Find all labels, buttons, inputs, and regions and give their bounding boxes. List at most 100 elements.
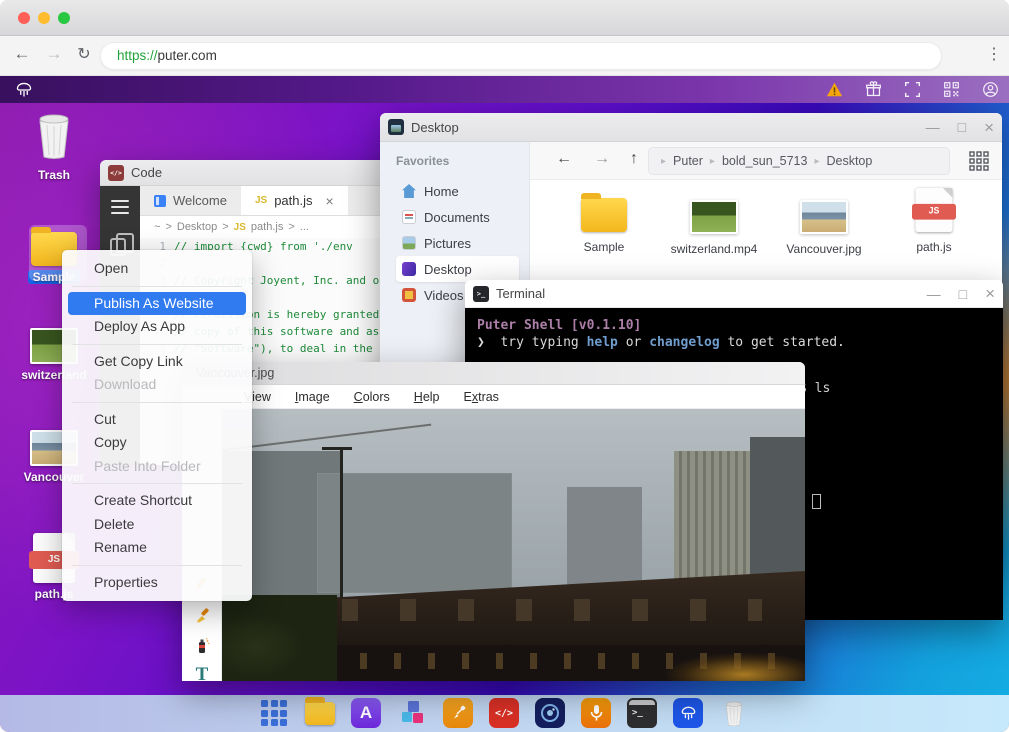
address-bar[interactable]: https://puter.com — [100, 42, 942, 70]
document-icon — [402, 210, 416, 224]
text-editor-icon[interactable]: A — [351, 698, 381, 728]
gift-icon[interactable] — [865, 81, 882, 98]
chevron-icon: ▸ — [661, 156, 666, 167]
back-icon[interactable]: ← — [556, 150, 572, 168]
close-tab-icon[interactable]: × — [326, 193, 334, 209]
menu-colors[interactable]: Colors — [354, 390, 390, 404]
url-scheme: https:// — [117, 48, 158, 63]
maximize-icon[interactable]: □ — [958, 120, 966, 134]
file-manager-icon[interactable] — [305, 698, 335, 728]
code-app-icon[interactable]: </> — [489, 698, 519, 728]
favorites-header: Favorites — [396, 154, 529, 168]
image-thumbnail — [800, 200, 848, 234]
welcome-tab-icon — [154, 195, 166, 207]
zoom-window-button[interactable] — [58, 12, 70, 24]
home-icon — [402, 184, 416, 198]
qr-code-icon[interactable] — [943, 81, 960, 98]
browser-menu-icon[interactable]: ⋮ — [985, 44, 1003, 64]
menu-item-publish-as-website[interactable]: Publish As Website — [68, 292, 246, 316]
tab-pathjs[interactable]: JS path.js × — [241, 186, 348, 215]
browser-toolbar: ← → ↻ https://puter.com ⋮ — [0, 36, 1009, 76]
camera-app-icon[interactable] — [535, 698, 565, 728]
picture-icon — [402, 236, 416, 250]
file-item-pathjs[interactable]: JS path.js — [884, 188, 984, 254]
hamburger-menu-icon[interactable] — [111, 200, 129, 218]
spray-tool-icon[interactable] — [182, 637, 222, 659]
menu-extras[interactable]: Extras — [464, 390, 499, 404]
menu-item-get-copy-link[interactable]: Get Copy Link — [62, 350, 252, 374]
file-item-sample[interactable]: Sample — [554, 198, 654, 254]
reload-icon[interactable]: ↻ — [72, 44, 96, 64]
menu-help[interactable]: Help — [414, 390, 440, 404]
fullscreen-icon[interactable] — [904, 81, 921, 98]
code-app-icon: </> — [108, 165, 124, 181]
viewer-menubar: View Image Colors Help Extras — [182, 385, 805, 409]
context-menu: Open Publish As Website Deploy As App Ge… — [62, 250, 252, 601]
account-icon[interactable] — [982, 81, 999, 98]
puter-logo-icon[interactable] — [14, 81, 34, 99]
sidebar-item-documents[interactable]: Documents — [396, 204, 519, 230]
maximize-icon[interactable]: □ — [959, 287, 967, 301]
sidebar-item-pictures[interactable]: Pictures — [396, 230, 519, 256]
browser-titlebar[interactable] — [0, 0, 1009, 36]
sidebar-item-home[interactable]: Home — [396, 178, 519, 204]
photo-canvas[interactable] — [222, 409, 805, 681]
terminal-title: Terminal — [496, 286, 545, 301]
file-item-vancouver[interactable]: Vancouver.jpg — [774, 200, 874, 256]
video-thumbnail — [690, 200, 738, 234]
app-launcher-icon[interactable] — [259, 698, 289, 728]
up-icon[interactable]: ↑ — [630, 150, 638, 168]
brush-tool-icon[interactable] — [182, 607, 222, 629]
file-item-switzerland[interactable]: switzerland.mp4 — [664, 200, 764, 256]
tab-welcome[interactable]: Welcome — [140, 186, 241, 215]
menu-separator — [72, 344, 242, 345]
menu-item-cut[interactable]: Cut — [62, 408, 252, 432]
menu-item-copy[interactable]: Copy — [62, 431, 252, 455]
viewer-titlebar[interactable]: Vancouver.jpg — □ × — [182, 362, 805, 385]
puter-app-icon[interactable] — [673, 698, 703, 728]
desktop-icon — [402, 262, 416, 276]
js-file-icon: JS — [916, 188, 953, 232]
menu-item-delete[interactable]: Delete — [62, 513, 252, 537]
menu-item-properties[interactable]: Properties — [62, 571, 252, 595]
terminal-app-icon[interactable]: >_ — [627, 698, 657, 728]
text-tool-icon[interactable]: T — [182, 664, 222, 686]
js-icon: JS — [234, 222, 246, 233]
terminal-titlebar[interactable]: >_ Terminal — □ × — [465, 280, 1003, 308]
back-icon[interactable]: ← — [10, 44, 34, 64]
url-host: puter.com — [158, 48, 217, 63]
blocks-app-icon[interactable] — [397, 698, 427, 728]
menu-item-deploy-as-app[interactable]: Deploy As App — [62, 315, 252, 339]
minimize-icon[interactable]: — — [927, 287, 941, 301]
warning-icon[interactable] — [826, 81, 843, 98]
close-icon[interactable]: × — [984, 119, 994, 136]
desktop-icon-label: Trash — [6, 168, 102, 182]
photo-lamp-post — [340, 447, 343, 607]
files-window-titlebar[interactable]: Desktop — □ × — [380, 113, 1002, 142]
breadcrumb[interactable]: ▸ Puter ▸ bold_sun_5713 ▸ Desktop — [648, 147, 950, 175]
menu-item-open[interactable]: Open — [62, 257, 252, 281]
sidebar-item-desktop[interactable]: Desktop — [396, 256, 519, 282]
menu-item-create-shortcut[interactable]: Create Shortcut — [62, 489, 252, 513]
menu-image[interactable]: Image — [295, 390, 330, 404]
minimize-icon[interactable]: — — [926, 120, 940, 134]
close-icon[interactable]: × — [985, 285, 995, 302]
dock-trash-icon[interactable] — [719, 698, 749, 728]
browser-window: ← → ↻ https://puter.com ⋮ — [0, 0, 1009, 732]
forward-icon[interactable]: → — [594, 150, 610, 168]
desktop-folder-icon — [388, 119, 404, 135]
desktop-icon-trash[interactable]: Trash — [6, 113, 102, 182]
folder-icon — [581, 198, 627, 232]
voice-recorder-icon[interactable] — [581, 698, 611, 728]
forward-icon[interactable]: → — [42, 44, 66, 64]
code-window-title: Code — [131, 165, 162, 180]
photo-dormer-windows — [342, 599, 762, 621]
paint-app-icon[interactable] — [443, 698, 473, 728]
menu-item-download[interactable]: Download — [62, 373, 252, 397]
puter-desktop[interactable]: Trash Sample switzerland Vancouver JS pa… — [0, 103, 1009, 732]
minimize-window-button[interactable] — [38, 12, 50, 24]
grid-view-icon[interactable] — [968, 150, 990, 172]
close-window-button[interactable] — [18, 12, 30, 24]
menu-item-paste-into-folder[interactable]: Paste Into Folder — [62, 455, 252, 479]
menu-item-rename[interactable]: Rename — [62, 536, 252, 560]
